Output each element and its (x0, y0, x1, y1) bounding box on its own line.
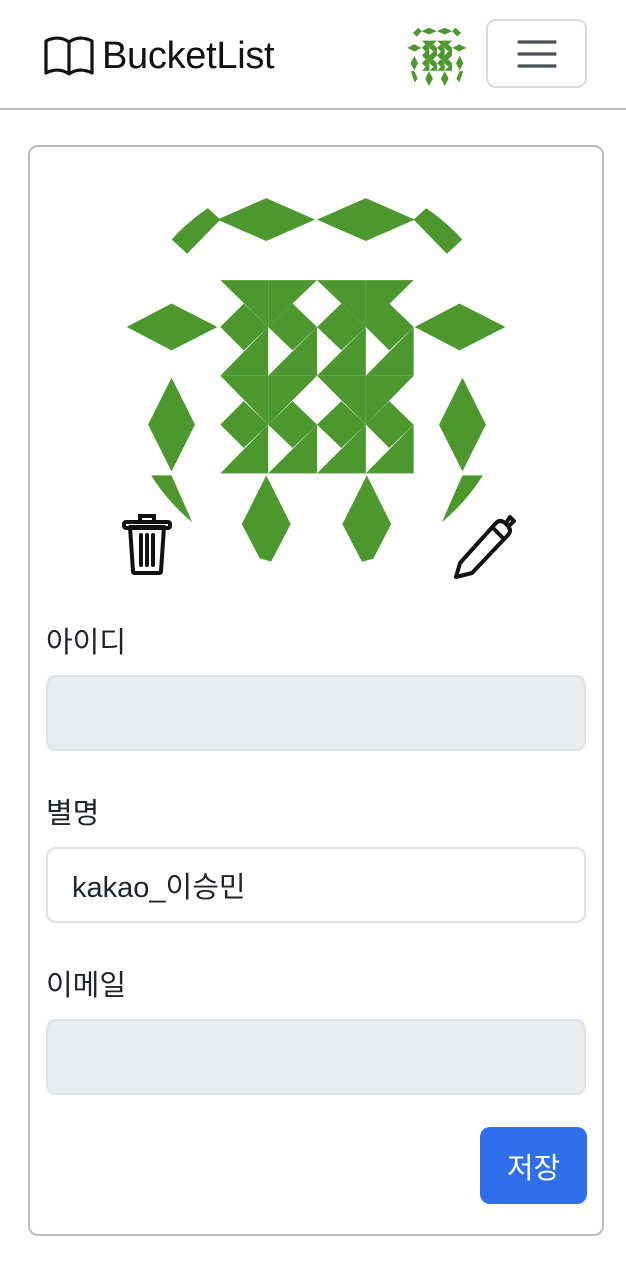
hamburger-menu-icon (516, 39, 557, 68)
id-label: 아이디 (46, 627, 127, 659)
identicon-avatar-icon (120, 161, 514, 571)
id-field[interactable] (46, 675, 586, 751)
save-button[interactable]: 저장 (480, 1127, 587, 1204)
brand-text: BucketList (102, 35, 275, 77)
profile-card: 아이디 별명 이메일 저장 (28, 145, 604, 1236)
navbar: BucketList (0, 0, 626, 110)
nav-avatar-icon[interactable] (405, 22, 469, 86)
brand-link[interactable]: BucketList (42, 33, 275, 79)
trash-icon[interactable] (120, 513, 174, 575)
profile-avatar (120, 161, 514, 571)
email-label: 이메일 (46, 970, 127, 1002)
nickname-field[interactable] (46, 847, 586, 923)
nickname-label: 별명 (46, 798, 100, 830)
open-book-icon (44, 36, 94, 76)
menu-toggle-button[interactable] (486, 19, 587, 88)
email-field[interactable] (46, 1019, 586, 1095)
pencil-icon[interactable] (450, 513, 518, 579)
